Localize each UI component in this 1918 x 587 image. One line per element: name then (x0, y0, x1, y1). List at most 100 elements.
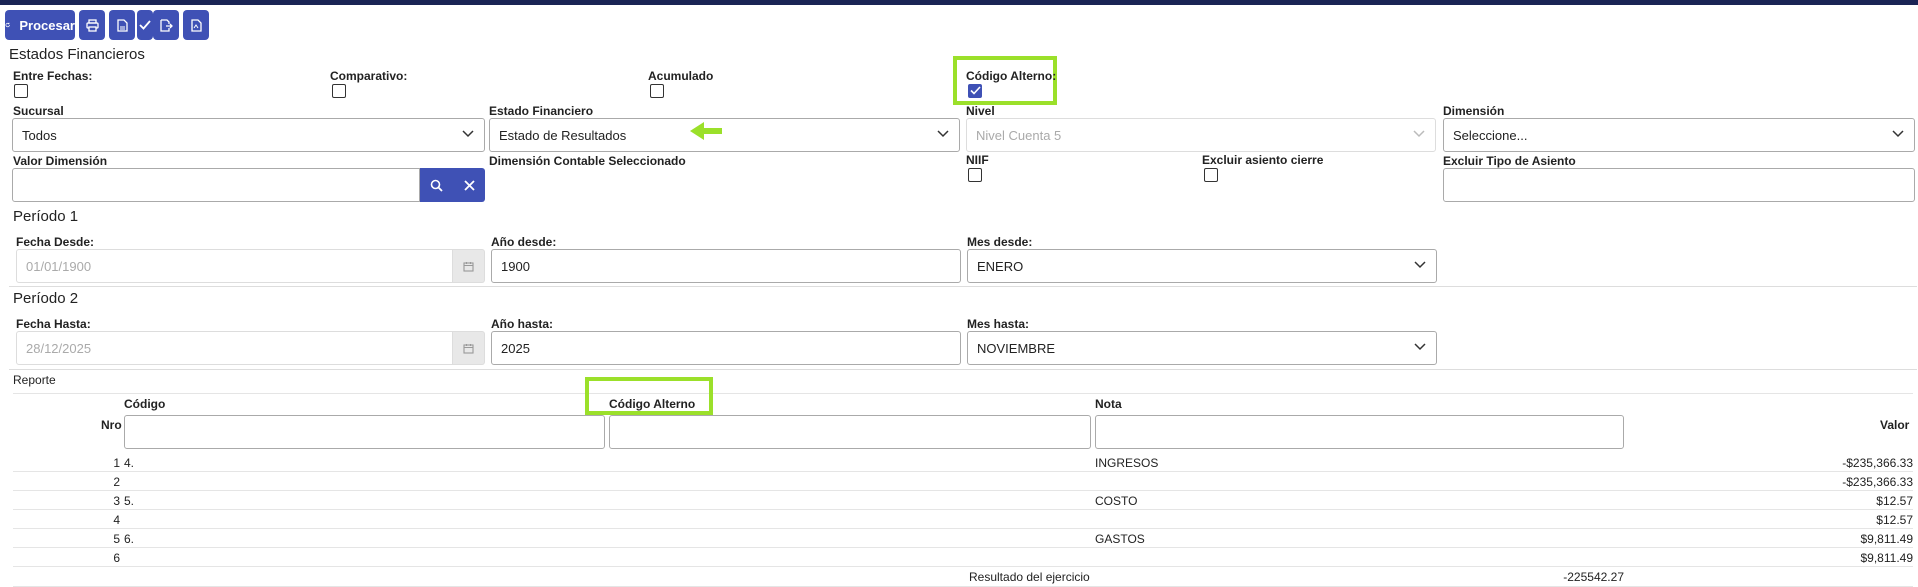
fecha-hasta-value: 28/12/2025 (26, 340, 92, 356)
cell-nro: 1 (113, 456, 120, 470)
cell-nro: 6 (113, 551, 120, 565)
print-button[interactable] (79, 10, 105, 40)
check-button[interactable] (137, 10, 153, 40)
mes-hasta-select[interactable]: NOVIEMBRE (967, 331, 1437, 365)
cell-nro: 3 (113, 494, 120, 508)
cell-valor: -$235,366.33 (1842, 475, 1913, 489)
search-button[interactable] (420, 168, 453, 202)
anio-desde-value: 1900 (501, 258, 530, 274)
excluir-cierre-checkbox[interactable] (1204, 168, 1218, 182)
chevron-down-icon (1414, 343, 1426, 351)
niif-checkbox[interactable] (968, 168, 982, 182)
table-footer-row: Resultado del ejercicio -225542.27 (13, 567, 1913, 587)
comparativo-checkbox[interactable] (332, 84, 346, 98)
resultado-label: Resultado del ejercicio (969, 570, 1090, 584)
cell-nro: 4 (113, 513, 120, 527)
sucursal-select[interactable]: Todos (12, 118, 485, 152)
table-row[interactable]: 3 5. COSTO $12.57 (13, 491, 1913, 510)
checkmark-icon (139, 20, 151, 30)
fecha-hasta-input[interactable]: 28/12/2025 (16, 331, 453, 365)
excluir-tipo-input[interactable] (1443, 168, 1915, 202)
chevron-down-icon (1414, 261, 1426, 269)
cell-valor: -$235,366.33 (1842, 456, 1913, 470)
table-row[interactable]: 4 $12.57 (13, 510, 1913, 529)
table-row[interactable]: 5 6. GASTOS $9,811.49 (13, 529, 1913, 548)
nivel-select[interactable]: Nivel Cuenta 5 (966, 118, 1436, 152)
clear-button[interactable] (453, 168, 485, 202)
top-bar (0, 0, 1918, 5)
excluir-cierre-label: Excluir asiento cierre (1202, 153, 1324, 167)
file-icon (190, 18, 202, 32)
fecha-hasta-label: Fecha Hasta: (16, 317, 91, 331)
col-nota-header: Nota (1095, 397, 1122, 411)
periodo2-title: Período 2 (13, 290, 79, 307)
resultado-value: -225542.27 (1563, 570, 1624, 584)
file-button[interactable] (183, 10, 209, 40)
process-button[interactable]: Procesar (5, 10, 75, 40)
search-icon (430, 179, 443, 192)
sucursal-value: Todos (22, 127, 57, 143)
mes-hasta-label: Mes hasta: (967, 317, 1030, 331)
anio-hasta-input[interactable]: 2025 (491, 331, 961, 365)
nivel-label: Nivel (966, 104, 995, 118)
mes-desde-value: ENERO (977, 258, 1024, 274)
estado-financiero-value: Estado de Resultados (499, 127, 627, 143)
printer-icon (85, 18, 99, 32)
filter-nota-input[interactable] (1095, 415, 1624, 449)
reporte-title: Reporte (13, 373, 56, 387)
cell-nota: GASTOS (1095, 532, 1145, 546)
cell-valor: $12.57 (1876, 513, 1913, 527)
mes-hasta-value: NOVIEMBRE (977, 340, 1056, 356)
estado-financiero-label: Estado Financiero (489, 104, 594, 118)
niif-label: NIIF (966, 153, 989, 167)
table-row[interactable]: 2 -$235,366.33 (13, 472, 1913, 491)
table-row[interactable]: 6 $9,811.49 (13, 548, 1913, 567)
periodo1-title: Período 1 (13, 208, 79, 225)
excluir-tipo-label: Excluir Tipo de Asiento (1443, 154, 1576, 168)
codigo-alterno-checkbox[interactable] (968, 84, 982, 98)
anio-desde-input[interactable]: 1900 (491, 249, 961, 283)
calendar-icon (463, 343, 474, 354)
col-codigo-alterno-header: Código Alterno (609, 397, 696, 411)
acumulado-label: Acumulado (648, 69, 714, 83)
chevron-down-icon (462, 130, 474, 138)
chevron-down-icon (937, 130, 949, 138)
codigo-alterno-label: Código Alterno: (966, 69, 1057, 83)
refresh-icon (5, 22, 10, 28)
export-button[interactable] (153, 10, 179, 40)
fecha-desde-input[interactable]: 01/01/1900 (16, 249, 453, 283)
pdf-button[interactable] (109, 10, 135, 40)
entre-fechas-checkbox[interactable] (14, 84, 28, 98)
cell-valor: $9,811.49 (1860, 551, 1914, 565)
anio-desde-label: Año desde: (491, 235, 557, 249)
mes-desde-select[interactable]: ENERO (967, 249, 1437, 283)
dimension-select[interactable]: Seleccione... (1443, 118, 1915, 152)
export-icon (159, 18, 173, 32)
cell-valor: $12.57 (1876, 494, 1913, 508)
document-icon (116, 18, 128, 32)
dimension-contable-label: Dimensión Contable Seleccionado (489, 154, 686, 168)
fecha-desde-value: 01/01/1900 (26, 258, 92, 274)
acumulado-checkbox[interactable] (650, 84, 664, 98)
arrow-left-icon (690, 122, 722, 140)
mes-desde-label: Mes desde: (967, 235, 1033, 249)
cell-nro: 5 (113, 532, 120, 546)
sucursal-label: Sucursal (13, 104, 64, 118)
reporte-divider (13, 393, 1913, 394)
filter-codigo-alterno-input[interactable] (609, 415, 1091, 449)
col-codigo-header: Código (124, 397, 166, 411)
fecha-desde-calendar-button[interactable] (453, 249, 485, 283)
cell-nota: COSTO (1095, 494, 1138, 508)
estado-financiero-select[interactable]: Estado de Resultados (489, 118, 960, 152)
chevron-down-icon (1892, 130, 1904, 138)
anio-hasta-value: 2025 (501, 340, 530, 356)
anio-hasta-label: Año hasta: (491, 317, 554, 331)
dimension-label: Dimensión (1443, 104, 1505, 118)
fecha-hasta-calendar-button[interactable] (453, 331, 485, 365)
cell-nota: INGRESOS (1095, 456, 1159, 470)
col-nro-header: Nro (101, 418, 122, 432)
valor-dimension-label: Valor Dimensión (13, 154, 108, 168)
valor-dimension-input[interactable] (12, 168, 420, 202)
table-row[interactable]: 1 4. INGRESOS -$235,366.33 (13, 453, 1913, 472)
filter-codigo-input[interactable] (124, 415, 605, 449)
